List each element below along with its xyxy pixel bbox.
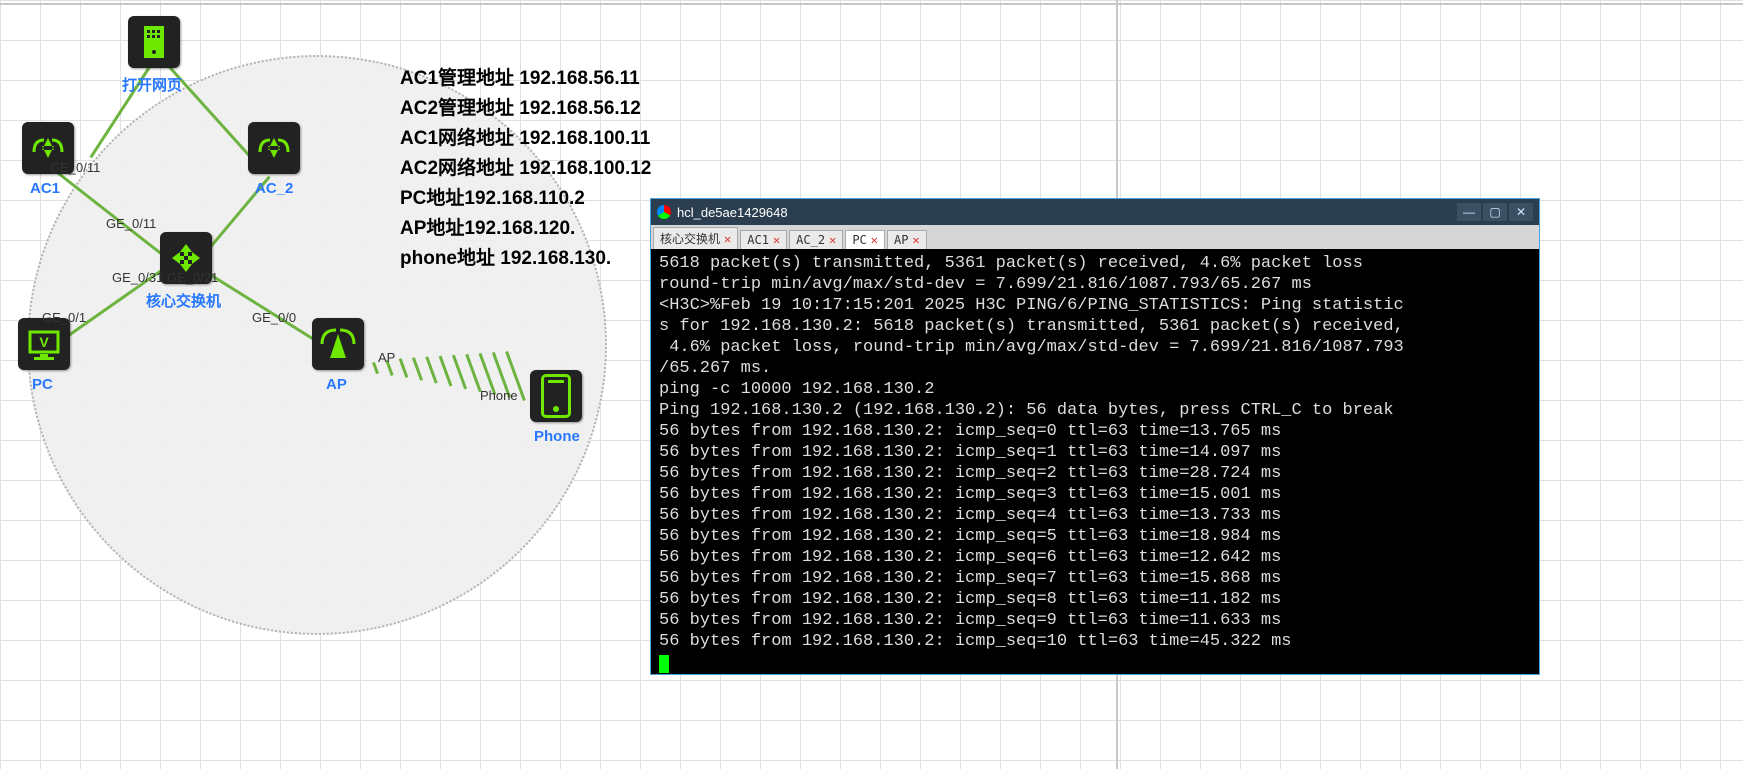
terminal-output[interactable]: 5618 packet(s) transmitted, 5361 packet(… — [651, 249, 1539, 674]
tab-label: AC_2 — [796, 233, 825, 247]
port-ge-0-11-top: GE_0/11 — [106, 216, 156, 231]
tab-label: AP — [894, 233, 908, 247]
tab-ac1[interactable]: AC1 ✕ — [740, 230, 787, 249]
close-icon[interactable]: ✕ — [773, 233, 780, 247]
terminal-title: hcl_de5ae1429648 — [677, 205, 788, 220]
port-ge-0-1: GE_0/1 — [42, 310, 86, 325]
close-icon[interactable]: ✕ — [871, 233, 878, 247]
info-line: AC1管理地址 192.168.56.11 — [400, 64, 651, 94]
info-line: AC2管理地址 192.168.56.12 — [400, 94, 651, 124]
port-ge-0-11-left: GE_0/11 — [50, 160, 100, 175]
node-server[interactable] — [128, 16, 180, 68]
info-line: AP地址192.168.120. — [400, 214, 651, 244]
port-phone-text: Phone — [480, 388, 518, 403]
label-ap: AP — [326, 376, 347, 393]
terminal-titlebar[interactable]: hcl_de5ae1429648 — ▢ ✕ — [651, 199, 1539, 225]
pc-icon: V — [24, 324, 64, 364]
term-line: 56 bytes from 192.168.130.2: icmp_seq=1 … — [659, 443, 1281, 462]
close-icon[interactable]: ✕ — [724, 232, 731, 246]
term-line: 56 bytes from 192.168.130.2: icmp_seq=10… — [659, 632, 1292, 651]
info-line: AC2网络地址 192.168.100.12 — [400, 154, 651, 184]
port-ge-0-31-21: GE_0/31 GE_0/21 — [112, 270, 218, 285]
term-line: 56 bytes from 192.168.130.2: icmp_seq=0 … — [659, 422, 1281, 441]
term-line: 4.6% packet loss, round-trip min/avg/max… — [659, 338, 1404, 357]
tab-ap[interactable]: AP ✕ — [887, 230, 927, 249]
phone-icon — [541, 374, 571, 418]
ruler-top — [0, 3, 1743, 5]
term-line: 56 bytes from 192.168.130.2: icmp_seq=6 … — [659, 548, 1281, 567]
maximize-button[interactable]: ▢ — [1483, 203, 1507, 221]
label-pc: PC — [32, 376, 53, 393]
term-line: 56 bytes from 192.168.130.2: icmp_seq=8 … — [659, 590, 1281, 609]
label-core: 核心交换机 — [146, 290, 221, 311]
term-line: 56 bytes from 192.168.130.2: icmp_seq=9 … — [659, 611, 1281, 630]
info-line: PC地址192.168.110.2 — [400, 184, 651, 214]
term-line: /65.267 ms. — [659, 359, 771, 378]
label-ac1: AC1 — [30, 180, 60, 197]
terminal-window: hcl_de5ae1429648 — ▢ ✕ 核心交换机 ✕ AC1 ✕ AC_2 ✕… — [650, 198, 1540, 675]
address-info: AC1管理地址 192.168.56.11 AC2管理地址 192.168.56… — [400, 64, 651, 274]
term-line: round-trip min/avg/max/std-dev = 7.699/2… — [659, 275, 1312, 294]
port-ge-0-0: GE_0/0 — [252, 310, 296, 325]
tab-label: 核心交换机 — [660, 230, 720, 247]
term-line: 56 bytes from 192.168.130.2: icmp_seq=3 … — [659, 485, 1281, 504]
term-line: <H3C>%Feb 19 10:17:15:201 2025 H3C PING/… — [659, 296, 1404, 315]
tab-label: PC — [852, 233, 866, 247]
term-line: 5618 packet(s) transmitted, 5361 packet(… — [659, 254, 1363, 273]
port-ap-text: AP — [378, 350, 395, 365]
ap-icon — [318, 324, 358, 364]
node-pc[interactable]: V — [18, 318, 70, 370]
node-ac2[interactable] — [248, 122, 300, 174]
term-line: 56 bytes from 192.168.130.2: icmp_seq=2 … — [659, 464, 1281, 483]
tab-core[interactable]: 核心交换机 ✕ — [653, 227, 738, 249]
term-line: 56 bytes from 192.168.130.2: icmp_seq=4 … — [659, 506, 1281, 525]
ac-icon — [254, 128, 294, 168]
term-line: s for 192.168.130.2: 5618 packet(s) tran… — [659, 317, 1404, 336]
minimize-button[interactable]: — — [1457, 203, 1481, 221]
tab-label: AC1 — [747, 233, 769, 247]
server-icon — [134, 22, 174, 62]
term-line: ping -c 10000 192.168.130.2 — [659, 380, 934, 399]
close-icon[interactable]: ✕ — [912, 233, 919, 247]
close-icon[interactable]: ✕ — [829, 233, 836, 247]
tab-pc[interactable]: PC ✕ — [845, 230, 885, 249]
label-phone: Phone — [534, 428, 580, 445]
app-logo-icon — [657, 205, 671, 219]
info-line: phone地址 192.168.130. — [400, 244, 651, 274]
close-button[interactable]: ✕ — [1509, 203, 1533, 221]
label-server: 打开网页 — [122, 74, 182, 95]
term-line: 56 bytes from 192.168.130.2: icmp_seq=7 … — [659, 569, 1281, 588]
cursor-icon — [659, 655, 669, 673]
node-phone[interactable] — [530, 370, 582, 422]
terminal-tabs: 核心交换机 ✕ AC1 ✕ AC_2 ✕ PC ✕ AP ✕ — [651, 225, 1539, 249]
term-line: 56 bytes from 192.168.130.2: icmp_seq=5 … — [659, 527, 1281, 546]
term-line: Ping 192.168.130.2 (192.168.130.2): 56 d… — [659, 401, 1394, 420]
info-line: AC1网络地址 192.168.100.11 — [400, 124, 651, 154]
tab-ac2[interactable]: AC_2 ✕ — [789, 230, 843, 249]
svg-text:V: V — [39, 334, 49, 350]
label-ac2: AC_2 — [255, 180, 293, 197]
node-ap[interactable] — [312, 318, 364, 370]
